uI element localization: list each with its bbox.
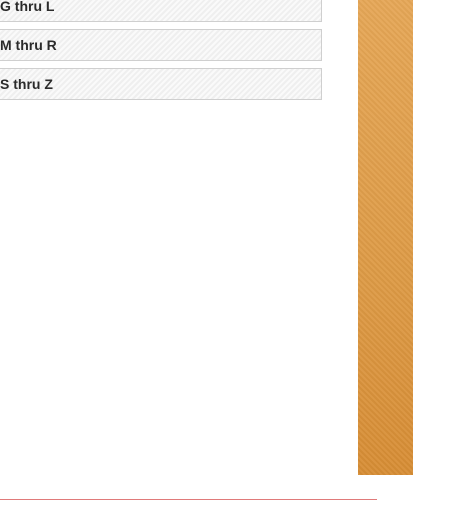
range-item-label: G thru L (0, 0, 55, 14)
range-item-label: M thru R (0, 37, 57, 53)
page: G thru L M thru R S thru Z (0, 0, 476, 512)
range-item-m-thru-r[interactable]: M thru R (0, 29, 322, 61)
bottom-divider (0, 499, 377, 500)
alphabet-range-list: G thru L M thru R S thru Z (0, 0, 322, 107)
range-item-s-thru-z[interactable]: S thru Z (0, 68, 322, 100)
orange-sidebar-panel (358, 0, 413, 475)
range-item-g-thru-l[interactable]: G thru L (0, 0, 322, 22)
range-item-label: S thru Z (0, 76, 53, 92)
